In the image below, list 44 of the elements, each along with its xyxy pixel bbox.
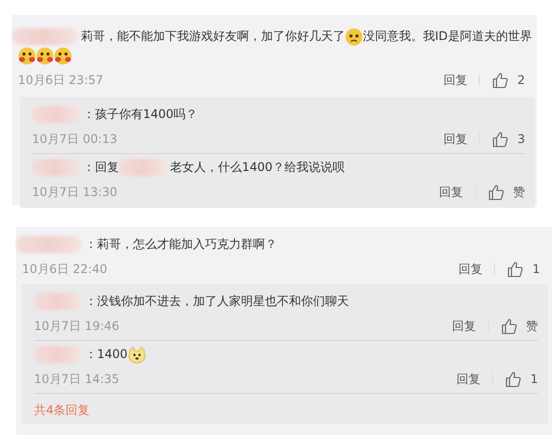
comment-time: 10月7日 00:13 — [32, 130, 118, 148]
like-button[interactable]: 1 — [507, 260, 540, 278]
blurred-name — [16, 236, 82, 253]
reply-link[interactable]: 回复 — [439, 184, 463, 200]
reply-link[interactable]: 回复 — [452, 318, 476, 334]
blushing-face-icon — [54, 46, 72, 64]
thumbs-up-icon — [488, 184, 505, 200]
reply-link[interactable]: 回复 — [458, 260, 482, 278]
reply-link[interactable]: 回复 — [443, 72, 468, 88]
comment-text: ：回复 — [83, 159, 119, 176]
reply-link[interactable]: 回复 — [456, 370, 480, 388]
blurred-name — [34, 346, 82, 363]
dog-face-icon — [128, 346, 146, 364]
thumbs-up-icon — [505, 370, 522, 388]
comment-text: ：1400 — [85, 346, 128, 363]
comment-time: 10月7日 13:30 — [32, 184, 118, 200]
comment-time: 10月7日 19:46 — [34, 318, 120, 334]
like-button[interactable]: 2 — [492, 72, 525, 88]
blurred-name — [12, 28, 78, 45]
thumbs-up-icon — [501, 318, 518, 334]
like-button[interactable]: 赞 — [501, 318, 538, 334]
comment-time: 10月6日 22:40 — [21, 260, 108, 278]
like-button[interactable]: 1 — [505, 370, 538, 388]
comment-text: 莉哥，能不能加下我游戏好友啊，加了你好几天了 — [81, 28, 345, 45]
blushing-face-icon — [18, 46, 36, 64]
comment-text: ：莉哥，怎么才能加入巧克力群啊？ — [85, 236, 277, 253]
comment-time: 10月6日 23:57 — [17, 72, 104, 88]
blushing-face-icon — [36, 46, 54, 64]
blurred-name — [32, 106, 80, 123]
comment-time: 10月7日 14:35 — [34, 370, 120, 388]
blurred-name — [119, 159, 167, 176]
like-button[interactable]: 3 — [492, 130, 525, 148]
thumbs-up-icon — [492, 130, 510, 148]
comment-text: ：孩子你有1400吗？ — [83, 106, 198, 123]
comment-text: 老女人，什么1400？给我说说呗 — [170, 159, 345, 176]
thumbs-up-icon — [492, 72, 510, 88]
thumbs-up-icon — [507, 260, 524, 278]
blurred-name — [32, 159, 80, 176]
reply-link[interactable]: 回复 — [443, 130, 468, 148]
comment-text: ：没钱你加不进去，加了人家明星也不和你们聊天 — [85, 293, 349, 310]
sad-face-icon — [345, 28, 363, 46]
blurred-name — [34, 293, 82, 310]
comment-text: 没同意我。我ID是阿道夫的世界 — [363, 28, 532, 45]
like-button[interactable]: 赞 — [488, 184, 525, 200]
